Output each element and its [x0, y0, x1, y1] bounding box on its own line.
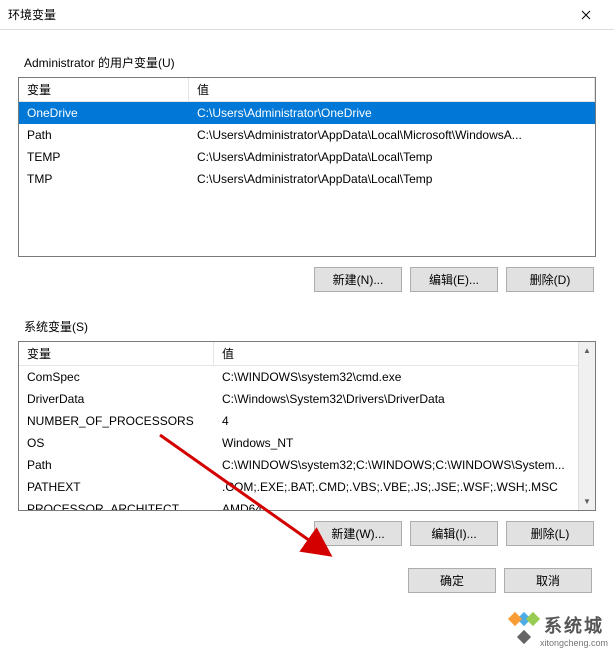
cell-variable: Path — [19, 455, 214, 475]
header-value[interactable]: 值 — [189, 78, 595, 101]
title-bar: 环境变量 — [0, 0, 614, 30]
system-vars-label: 系统变量(S) — [24, 318, 596, 335]
system-vars-listbox[interactable]: 变量 值 ComSpecC:\WINDOWS\system32\cmd.exeD… — [18, 341, 596, 511]
watermark-logo-icon — [508, 614, 540, 646]
system-edit-button[interactable]: 编辑(I)... — [410, 521, 498, 546]
watermark-text: 系统城 — [544, 616, 604, 636]
dialog-footer: 确定 取消 — [18, 568, 596, 593]
table-row[interactable]: TEMPC:\Users\Administrator\AppData\Local… — [19, 146, 595, 168]
cell-value: Windows_NT — [214, 433, 595, 453]
table-row[interactable]: OSWindows_NT — [19, 432, 595, 454]
system-new-button[interactable]: 新建(W)... — [314, 521, 402, 546]
table-row[interactable]: PathC:\WINDOWS\system32;C:\WINDOWS;C:\WI… — [19, 454, 595, 476]
cell-variable: TMP — [19, 169, 189, 189]
cell-value: C:\Users\Administrator\OneDrive — [189, 103, 595, 123]
cell-value: .COM;.EXE;.BAT;.CMD;.VBS;.VBE;.JS;.JSE;.… — [214, 477, 595, 497]
cell-variable: NUMBER_OF_PROCESSORS — [19, 411, 214, 431]
close-icon — [581, 10, 591, 20]
table-row[interactable]: DriverDataC:\Windows\System32\Drivers\Dr… — [19, 388, 595, 410]
watermark-sub: xitongcheng.com — [540, 638, 608, 648]
cell-value: C:\Windows\System32\Drivers\DriverData — [214, 389, 595, 409]
table-row[interactable]: PathC:\Users\Administrator\AppData\Local… — [19, 124, 595, 146]
system-vars-buttons: 新建(W)... 编辑(I)... 删除(L) — [18, 521, 594, 546]
cell-value: C:\Users\Administrator\AppData\Local\Mic… — [189, 125, 595, 145]
cell-value: C:\WINDOWS\system32\cmd.exe — [214, 367, 595, 387]
table-row[interactable]: ComSpecC:\WINDOWS\system32\cmd.exe — [19, 366, 595, 388]
table-row[interactable]: PROCESSOR_ARCHITECT...AMD64 — [19, 498, 595, 510]
user-vars-listbox[interactable]: 变量 值 OneDriveC:\Users\Administrator\OneD… — [18, 77, 596, 257]
table-row[interactable]: PATHEXT.COM;.EXE;.BAT;.CMD;.VBS;.VBE;.JS… — [19, 476, 595, 498]
system-delete-button[interactable]: 删除(L) — [506, 521, 594, 546]
cell-value: C:\Users\Administrator\AppData\Local\Tem… — [189, 169, 595, 189]
header-variable[interactable]: 变量 — [19, 342, 214, 365]
table-row[interactable]: OneDriveC:\Users\Administrator\OneDrive — [19, 102, 595, 124]
header-variable[interactable]: 变量 — [19, 78, 189, 101]
cell-value: AMD64 — [214, 499, 595, 510]
cell-variable: Path — [19, 125, 189, 145]
table-row[interactable]: NUMBER_OF_PROCESSORS4 — [19, 410, 595, 432]
user-delete-button[interactable]: 删除(D) — [506, 267, 594, 292]
scroll-up-icon[interactable]: ▲ — [579, 342, 595, 359]
cell-variable: OneDrive — [19, 103, 189, 123]
header-value[interactable]: 值 — [214, 342, 595, 365]
cell-variable: OS — [19, 433, 214, 453]
cell-variable: ComSpec — [19, 367, 214, 387]
user-vars-buttons: 新建(N)... 编辑(E)... 删除(D) — [18, 267, 594, 292]
cell-value: C:\Users\Administrator\AppData\Local\Tem… — [189, 147, 595, 167]
cell-variable: DriverData — [19, 389, 214, 409]
watermark: 系统城 xitongcheng.com — [508, 612, 608, 648]
window-title: 环境变量 — [8, 6, 566, 23]
ok-button[interactable]: 确定 — [408, 568, 496, 593]
system-vars-header: 变量 值 — [19, 342, 595, 366]
close-button[interactable] — [566, 1, 606, 29]
cell-variable: PROCESSOR_ARCHITECT... — [19, 499, 214, 510]
scrollbar[interactable]: ▲ ▼ — [578, 342, 595, 510]
cancel-button[interactable]: 取消 — [504, 568, 592, 593]
cell-value: C:\WINDOWS\system32;C:\WINDOWS;C:\WINDOW… — [214, 455, 595, 475]
user-new-button[interactable]: 新建(N)... — [314, 267, 402, 292]
user-edit-button[interactable]: 编辑(E)... — [410, 267, 498, 292]
cell-variable: PATHEXT — [19, 477, 214, 497]
user-vars-header: 变量 值 — [19, 78, 595, 102]
table-row[interactable]: TMPC:\Users\Administrator\AppData\Local\… — [19, 168, 595, 190]
cell-value: 4 — [214, 411, 595, 431]
scroll-down-icon[interactable]: ▼ — [579, 493, 595, 510]
cell-variable: TEMP — [19, 147, 189, 167]
user-vars-label: Administrator 的用户变量(U) — [24, 54, 596, 71]
